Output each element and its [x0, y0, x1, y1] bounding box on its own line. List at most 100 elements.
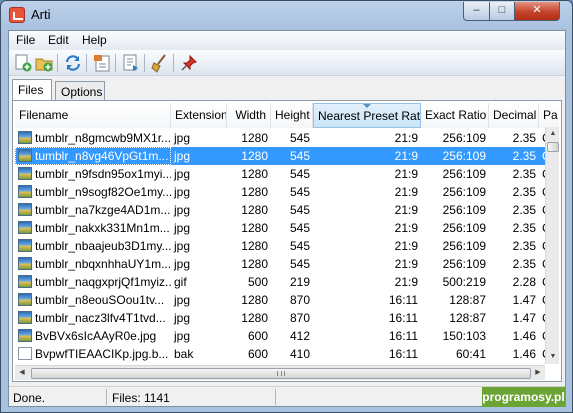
cell-text-preset: 21:9 — [394, 131, 418, 145]
add-folder-icon[interactable] — [34, 53, 54, 73]
cell-text-exact: 128:87 — [449, 311, 486, 325]
scroll-right-icon[interactable]: ▶ — [531, 366, 545, 380]
cell-filename: tumblr_na7kzge4AD1m... — [15, 201, 171, 219]
image-file-icon — [18, 221, 32, 234]
cell-exact: 256:109 — [421, 147, 489, 165]
cell-height: 1080 — [271, 363, 313, 364]
menu-help[interactable]: Help — [82, 33, 107, 47]
table-row[interactable]: BvpwfTIEAACIKp.jpg.b... bak 600 410 16:11 60:… — [15, 345, 559, 363]
vertical-scroll-thumb[interactable] — [547, 142, 559, 152]
cell-text-height: 219 — [289, 275, 310, 289]
cell-width: 500 — [227, 273, 271, 291]
cell-text-ext: gif — [174, 275, 187, 289]
cell-text-decimal: 2.35 — [512, 131, 536, 145]
table-row[interactable]: BvBVx6sIcAAyR0e.jpg jpg 600 412 16:11 150:103… — [15, 327, 559, 345]
menu-bar: File Edit Help — [9, 31, 565, 50]
tab-files[interactable]: Files — [12, 79, 52, 101]
scroll-left-icon[interactable]: ◀ — [15, 366, 29, 380]
column-header-path[interactable]: Pa — [539, 103, 559, 128]
title-bar[interactable]: Arti – □ ✕ — [1, 1, 572, 29]
cell-text-ext: jpg — [174, 185, 191, 199]
cell-text-preset: 21:9 — [394, 275, 418, 289]
table-row[interactable]: tumblr_n8eouSOou1tv... jpg 1280 870 16:11 128… — [15, 291, 559, 309]
tab-options[interactable]: Options — [55, 81, 105, 101]
table-row[interactable]: tumblr_naqgxprjQf1myiz... gif 500 219 21:9 50… — [15, 273, 559, 291]
table-row[interactable]: tumblr_n9fsdn95ox1myi... jpg 1280 545 21:9 25… — [15, 165, 559, 183]
export-icon[interactable] — [121, 53, 141, 73]
cell-height: 545 — [271, 255, 313, 273]
cell-filename: BvBVx6sIcAAyR0e.jpg — [15, 327, 171, 345]
window-title: Arti — [31, 7, 51, 22]
files-panel: Filename Extension Width Height Nearest Pres… — [12, 100, 562, 382]
column-header-height[interactable]: Height — [271, 103, 313, 128]
pin-icon[interactable] — [179, 53, 199, 73]
cell-text-width: 1280 — [241, 203, 268, 217]
toolbar — [9, 50, 565, 76]
cell-exact: 16:9 — [421, 363, 489, 364]
properties-icon[interactable] — [92, 53, 112, 73]
table-row[interactable]: tumblr_nbaajeub3D1my... jpg 1280 545 21:9 256… — [15, 237, 559, 255]
column-header-label: Filename — [19, 108, 69, 122]
cell-text-exact: 256:109 — [442, 221, 486, 235]
cell-preset: 21:9 — [313, 219, 421, 237]
cell-decimal: 2.35 — [489, 255, 539, 273]
cell-decimal: 1.46 — [489, 327, 539, 345]
cell-filename: tumblr_n8vg46VpGt1m... — [15, 147, 171, 165]
cell-preset: 21:9 — [313, 255, 421, 273]
cell-text-width: 1280 — [241, 257, 268, 271]
menu-edit[interactable]: Edit — [48, 33, 69, 47]
document-file-icon — [18, 347, 32, 360]
cell-text-filename: tumblr_n9sogf82Oe1my... — [35, 185, 171, 199]
cell-width: 1280 — [227, 237, 271, 255]
column-header-exact[interactable]: Exact Ratio — [421, 103, 489, 128]
add-file-icon[interactable] — [13, 53, 33, 73]
table-row[interactable]: tumblr_n8vg46VpGt1m... jpg 1280 545 21:9 256:… — [15, 147, 559, 165]
cell-text-decimal: 2.35 — [512, 203, 536, 217]
clear-icon[interactable] — [150, 53, 170, 73]
close-button[interactable]: ✕ — [514, 2, 560, 21]
cell-text-width: 1280 — [241, 185, 268, 199]
image-file-icon — [18, 167, 32, 180]
cell-preset: 21:9 — [313, 183, 421, 201]
cell-exact: 256:109 — [421, 219, 489, 237]
table-row[interactable]: Oskar_12_08_50.pngpng1920108016:916:91.7… — [15, 363, 559, 364]
column-header-width[interactable]: Width — [227, 103, 271, 128]
table-row[interactable]: tumblr_nbqxnhhaUY1m... jpg 1280 545 21:9 256:… — [15, 255, 559, 273]
table-row[interactable]: tumblr_nakxk331Mn1m... jpg 1280 545 21:9 256:… — [15, 219, 559, 237]
column-header-label: Width — [235, 108, 266, 122]
column-header-ext[interactable]: Extension — [171, 103, 227, 128]
cell-ext: jpg — [171, 219, 227, 237]
table-row[interactable]: tumblr_na7kzge4AD1m... jpg 1280 545 21:9 256:… — [15, 201, 559, 219]
column-header-label: Extension — [175, 108, 227, 122]
maximize-button[interactable]: □ — [489, 2, 515, 21]
table-row[interactable]: tumblr_n9sogf82Oe1my... jpg 1280 545 21:9 256… — [15, 183, 559, 201]
cell-preset: 16:11 — [313, 309, 421, 327]
menu-file[interactable]: File — [16, 33, 35, 47]
cell-decimal: 2.28 — [489, 273, 539, 291]
cell-text-width: 1280 — [241, 239, 268, 253]
minimize-button[interactable]: – — [463, 2, 490, 21]
refresh-icon[interactable] — [63, 53, 83, 73]
cell-decimal: 1.47 — [489, 291, 539, 309]
cell-preset: 16:11 — [313, 327, 421, 345]
column-header-preset[interactable]: Nearest Preset Ratio — [313, 103, 421, 128]
cell-exact: 256:109 — [421, 255, 489, 273]
cell-text-height: 545 — [289, 185, 310, 199]
column-header-filename[interactable]: Filename — [15, 103, 171, 128]
cell-text-width: 1280 — [241, 167, 268, 181]
cell-filename: tumblr_n8gmcwb9MX1r... — [15, 129, 171, 147]
horizontal-scroll-thumb[interactable] — [31, 368, 531, 379]
vertical-scrollbar[interactable]: ▲ ▼ — [545, 127, 559, 364]
image-file-icon — [18, 293, 32, 306]
scroll-down-icon[interactable]: ▼ — [546, 350, 560, 364]
cell-ext: jpg — [171, 309, 227, 327]
column-header-decimal[interactable]: Decimal — [489, 103, 539, 128]
cell-decimal: 1.47 — [489, 309, 539, 327]
table-row[interactable]: tumblr_nacz3lfv4T1tvd... jpg 1280 870 16:11 1… — [15, 309, 559, 327]
cell-filename: BvpwfTIEAACIKp.jpg.b... — [15, 345, 171, 363]
scroll-up-icon[interactable]: ▲ — [546, 127, 560, 141]
tab-strip: Files Options — [9, 77, 565, 101]
horizontal-scrollbar[interactable]: ◀ ▶ — [15, 365, 545, 380]
cell-exact: 128:87 — [421, 309, 489, 327]
table-row[interactable]: tumblr_n8gmcwb9MX1r... jpg 1280 545 21:9 256:… — [15, 129, 559, 147]
